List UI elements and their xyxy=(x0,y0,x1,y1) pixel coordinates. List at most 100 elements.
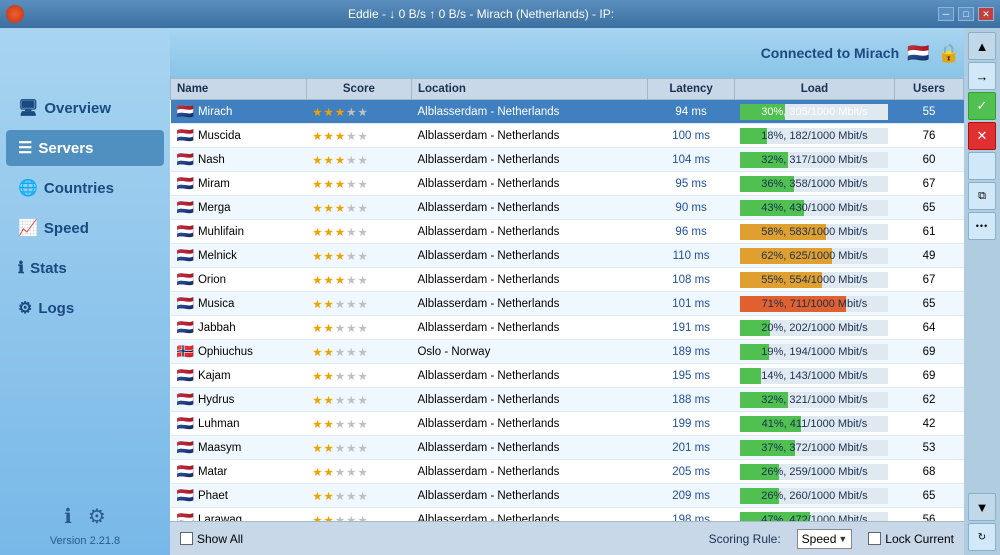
server-load-cell: 43%, 430/1000 Mbit/s xyxy=(734,196,894,220)
sidebar: 🖥Overview☰Servers🌐Countries📈SpeedℹStats⚙… xyxy=(0,28,170,555)
copy-button[interactable]: ⧉ xyxy=(968,182,996,210)
sidebar-item-servers[interactable]: ☰Servers xyxy=(6,130,164,166)
settings-icon[interactable]: ⚙ xyxy=(88,504,106,529)
refresh-button[interactable]: ↻ xyxy=(968,523,996,551)
server-latency-cell: 108 ms xyxy=(648,268,735,292)
server-name: Muhlifain xyxy=(198,226,244,238)
load-bar-bg: 71%, 711/1000 Mbit/s xyxy=(740,296,888,312)
server-location-cell: Alblasserdam - Netherlands xyxy=(411,196,647,220)
table-row[interactable]: 🇳🇱Melnick★★★★★Alblasserdam - Netherlands… xyxy=(171,244,964,268)
server-latency-cell: 96 ms xyxy=(648,220,735,244)
sidebar-item-overview[interactable]: 🖥Overview xyxy=(6,90,164,126)
sidebar-item-stats[interactable]: ℹStats xyxy=(6,250,164,286)
server-name: Matar xyxy=(198,466,227,478)
sidebar-item-speed[interactable]: 📈Speed xyxy=(6,210,164,246)
star-empty: ★ xyxy=(335,467,346,479)
sidebar-label-stats: Stats xyxy=(30,260,67,277)
server-users-cell: 62 xyxy=(894,388,963,412)
server-users-cell: 64 xyxy=(894,316,963,340)
col-header-load[interactable]: Load xyxy=(734,79,894,100)
server-name-cell: 🇳🇱Muscida xyxy=(171,124,307,148)
col-header-location[interactable]: Location xyxy=(411,79,647,100)
server-name-cell: 🇳🇱Maasym xyxy=(171,436,307,460)
table-row[interactable]: 🇳🇱Hydrus★★★★★Alblasserdam - Netherlands1… xyxy=(171,388,964,412)
star-empty: ★ xyxy=(335,323,346,335)
login-button[interactable]: → xyxy=(968,62,996,90)
server-name-cell: 🇳🇱Matar xyxy=(171,460,307,484)
star-filled: ★ xyxy=(335,203,346,215)
table-row[interactable]: 🇳🇱Orion★★★★★Alblasserdam - Netherlands10… xyxy=(171,268,964,292)
star-filled: ★ xyxy=(324,107,335,119)
sidebar-item-logs[interactable]: ⚙Logs xyxy=(6,290,164,326)
server-score-cell: ★★★★★ xyxy=(306,484,411,508)
server-latency-cell: 198 ms xyxy=(648,508,735,522)
scoring-rule-select[interactable]: Speed ▼ xyxy=(797,529,853,549)
table-row[interactable]: 🇳🇱Miram★★★★★Alblasserdam - Netherlands95… xyxy=(171,172,964,196)
table-row[interactable]: 🇳🇱Muscida★★★★★Alblasserdam - Netherlands… xyxy=(171,124,964,148)
scroll-down-button[interactable]: ▼ xyxy=(968,493,996,521)
minimize-button[interactable]: ─ xyxy=(938,7,954,21)
star-empty: ★ xyxy=(346,371,357,383)
star-empty: ★ xyxy=(335,347,346,359)
server-name-cell: 🇳🇴Ophiuchus xyxy=(171,340,307,364)
server-load-cell: 32%, 317/1000 Mbit/s xyxy=(734,148,894,172)
star-empty: ★ xyxy=(357,299,368,311)
scoring-value: Speed xyxy=(802,532,837,546)
main-area: 🖥Overview☰Servers🌐Countries📈SpeedℹStats⚙… xyxy=(0,28,1000,555)
disconnect-button[interactable]: ✕ xyxy=(968,122,996,150)
table-row[interactable]: 🇳🇴Ophiuchus★★★★★Oslo - Norway189 ms19%, … xyxy=(171,340,964,364)
lock-current-label: Lock Current xyxy=(885,532,954,546)
table-row[interactable]: 🇳🇱Matar★★★★★Alblasserdam - Netherlands20… xyxy=(171,460,964,484)
table-row[interactable]: 🇳🇱Merga★★★★★Alblasserdam - Netherlands90… xyxy=(171,196,964,220)
lock-current-cb-box[interactable] xyxy=(868,532,881,545)
server-name: Orion xyxy=(198,274,226,286)
server-location-cell: Alblasserdam - Netherlands xyxy=(411,100,647,124)
table-row[interactable]: 🇳🇱Phaet★★★★★Alblasserdam - Netherlands20… xyxy=(171,484,964,508)
info-icon[interactable]: ℹ xyxy=(64,504,72,529)
col-header-score[interactable]: Score xyxy=(306,79,411,100)
table-row[interactable]: 🇳🇱Jabbah★★★★★Alblasserdam - Netherlands1… xyxy=(171,316,964,340)
table-row[interactable]: 🇳🇱Larawag★★★★★Alblasserdam - Netherlands… xyxy=(171,508,964,522)
server-name-cell: 🇳🇱Jabbah xyxy=(171,316,307,340)
show-all-checkbox[interactable]: Show All xyxy=(180,532,243,546)
server-name-cell: 🇳🇱Larawag xyxy=(171,508,307,522)
star-filled: ★ xyxy=(324,491,335,503)
table-row[interactable]: 🇳🇱Luhman★★★★★Alblasserdam - Netherlands1… xyxy=(171,412,964,436)
col-header-name[interactable]: Name xyxy=(171,79,307,100)
maximize-button[interactable]: □ xyxy=(958,7,974,21)
table-row[interactable]: 🇳🇱Muhlifain★★★★★Alblasserdam - Netherlan… xyxy=(171,220,964,244)
server-score-cell: ★★★★★ xyxy=(306,148,411,172)
scroll-up-button[interactable]: ▲ xyxy=(968,32,996,60)
table-wrapper[interactable]: NameScoreLocationLatencyLoadUsers 🇳🇱Mira… xyxy=(170,78,964,521)
blank-button[interactable] xyxy=(968,152,996,180)
server-latency-cell: 201 ms xyxy=(648,436,735,460)
server-users-cell: 65 xyxy=(894,196,963,220)
close-button[interactable]: ✕ xyxy=(978,7,994,21)
dropdown-arrow-icon: ▼ xyxy=(838,534,847,544)
star-filled: ★ xyxy=(312,395,323,407)
server-load-cell: 71%, 711/1000 Mbit/s xyxy=(734,292,894,316)
col-header-latency[interactable]: Latency xyxy=(648,79,735,100)
table-row[interactable]: 🇳🇱Kajam★★★★★Alblasserdam - Netherlands19… xyxy=(171,364,964,388)
server-users-cell: 68 xyxy=(894,460,963,484)
server-flag: 🇳🇱 xyxy=(177,199,194,216)
connect-button[interactable]: ✓ xyxy=(968,92,996,120)
server-name-cell: 🇳🇱Merga xyxy=(171,196,307,220)
load-text: 32%, 321/1000 Mbit/s xyxy=(740,392,888,408)
table-row[interactable]: 🇳🇱Mirach★★★★★Alblasserdam - Netherlands9… xyxy=(171,100,964,124)
star-empty: ★ xyxy=(346,227,357,239)
col-header-users[interactable]: Users xyxy=(894,79,963,100)
table-row[interactable]: 🇳🇱Musica★★★★★Alblasserdam - Netherlands1… xyxy=(171,292,964,316)
load-text: 36%, 358/1000 Mbit/s xyxy=(740,176,888,192)
table-row[interactable]: 🇳🇱Maasym★★★★★Alblasserdam - Netherlands2… xyxy=(171,436,964,460)
sidebar-item-countries[interactable]: 🌐Countries xyxy=(6,170,164,206)
lock-current-checkbox[interactable]: Lock Current xyxy=(868,532,954,546)
server-score-cell: ★★★★★ xyxy=(306,436,411,460)
more-button[interactable]: ••• xyxy=(968,212,996,240)
star-empty: ★ xyxy=(346,467,357,479)
star-filled: ★ xyxy=(324,371,335,383)
show-all-cb-box[interactable] xyxy=(180,532,193,545)
table-row[interactable]: 🇳🇱Nash★★★★★Alblasserdam - Netherlands104… xyxy=(171,148,964,172)
load-bar-bg: 47%, 472/1000 Mbit/s xyxy=(740,512,888,522)
server-users-cell: 65 xyxy=(894,292,963,316)
